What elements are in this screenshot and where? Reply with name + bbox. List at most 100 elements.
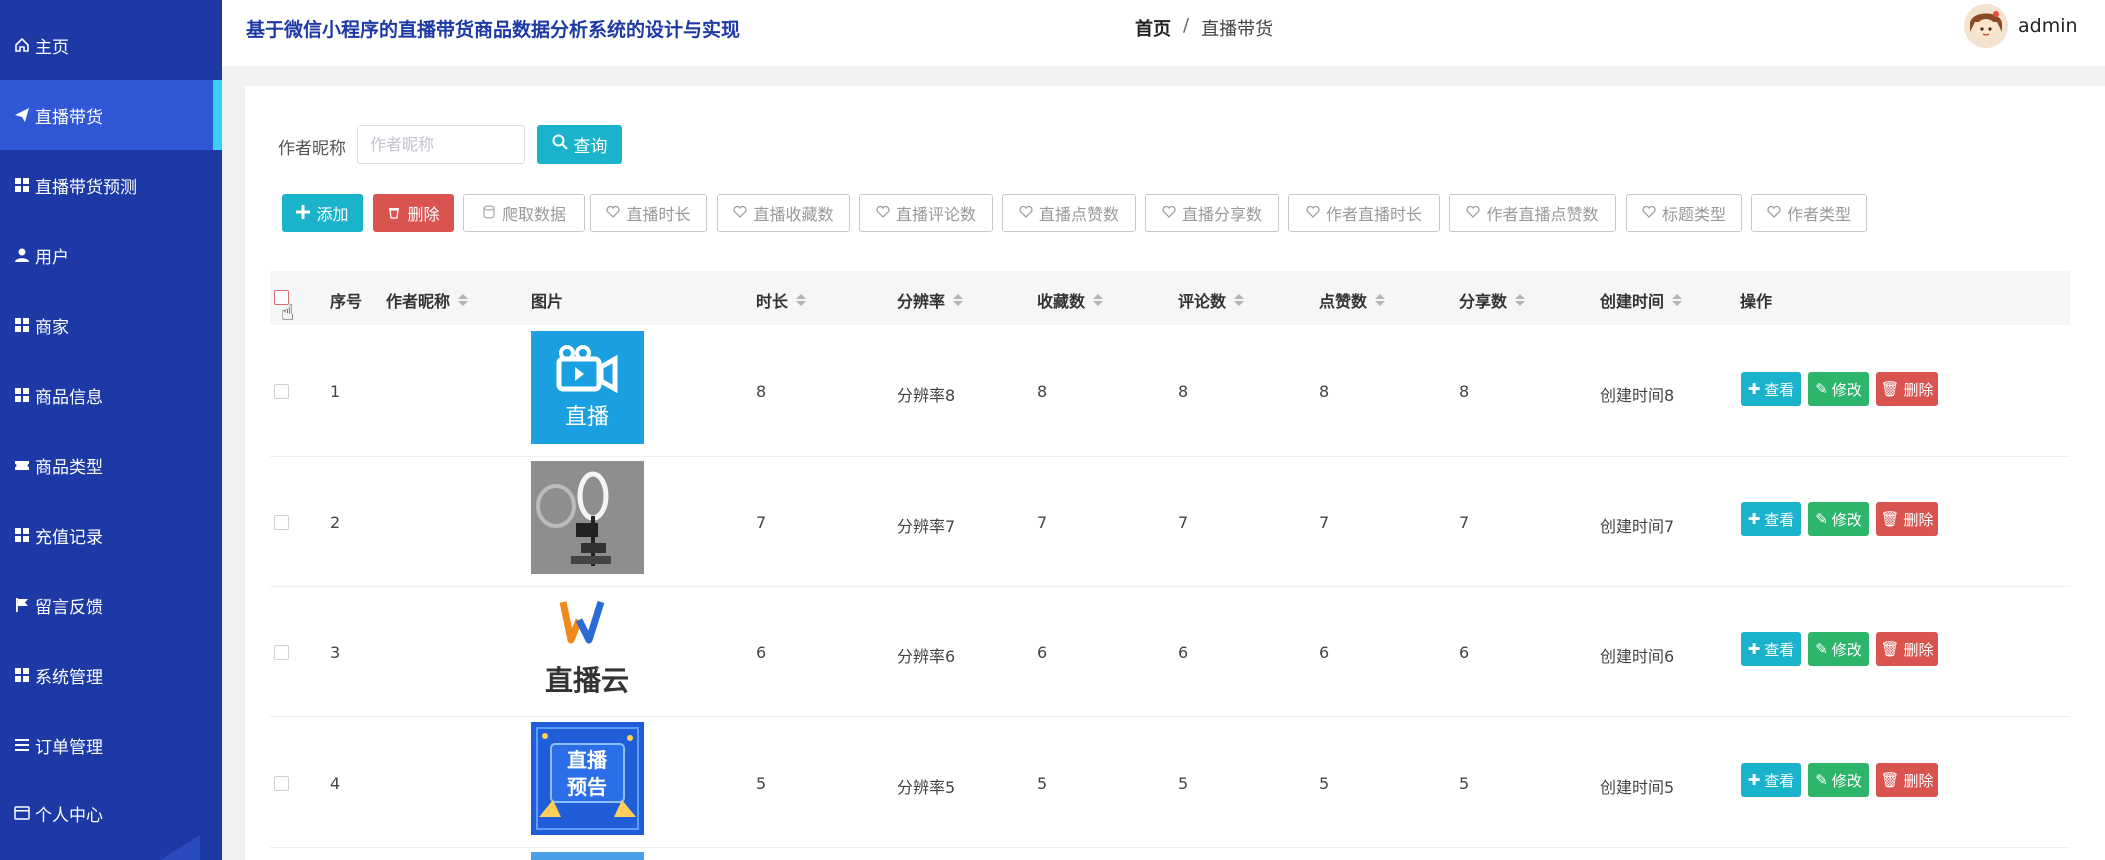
user-icon [13,246,31,264]
delete-button[interactable]: 🗑 删除 [1876,632,1938,666]
crawl-data-button[interactable]: 爬取数据 [463,194,585,232]
stat-button-live-likes[interactable]: 直播点赞数 [1002,194,1136,232]
stat-button-title-type[interactable]: 标题类型 [1626,194,1742,232]
sidebar-item-feedback[interactable]: 留言反馈 [0,570,222,640]
sidebar-item-product-info[interactable]: 商品信息 [0,360,222,430]
edit-button[interactable]: ✎ 修改 [1808,502,1869,536]
row-checkbox[interactable] [274,515,289,530]
delete-button[interactable]: 🗑 删除 [1876,502,1938,536]
stat-button-author-type[interactable]: 作者类型 [1751,194,1867,232]
sort-icon[interactable] [953,294,964,306]
stat-button-live-shares[interactable]: 直播分享数 [1145,194,1279,232]
cell-comments: 5 [1178,774,1189,793]
cell-index: 2 [330,513,341,532]
trash-icon: 🗑 [1880,510,1900,528]
database-icon [482,204,496,223]
sort-icon[interactable] [796,294,807,306]
sort-icon[interactable] [458,294,469,306]
column-header-likes[interactable]: 点赞数 [1319,288,1386,312]
column-header-shares[interactable]: 分享数 [1459,288,1526,312]
trash-icon: 🗑 [1880,640,1900,658]
list-icon [13,736,31,754]
breadcrumb-separator: / [1183,15,1190,36]
edit-button[interactable]: ✎ 修改 [1808,763,1869,797]
cell-resolution: 分辨率8 [897,386,956,405]
username[interactable]: admin [2018,15,2078,37]
cell-shares: 6 [1459,643,1470,662]
sidebar-item-merchants[interactable]: 商家 [0,290,222,360]
stat-button-live-duration[interactable]: 直播时长 [590,194,707,232]
stat-button-author-duration[interactable]: 作者直播时长 [1288,194,1440,232]
stat-button-label: 作者类型 [1786,205,1851,224]
cell-index: 4 [330,774,341,793]
live-text: 直播 [565,405,609,430]
sort-icon[interactable] [1093,294,1104,306]
column-header-resolution[interactable]: 分辨率 [897,288,964,312]
heart-icon [1642,204,1656,223]
view-button[interactable]: ✚ 查看 [1741,372,1801,406]
breadcrumb-home[interactable]: 首页 [1135,15,1171,41]
stat-button-label: 直播时长 [626,205,691,224]
stat-button-author-likes[interactable]: 作者直播点赞数 [1449,194,1616,232]
plus-icon: ✚ [1747,771,1761,789]
delete-button[interactable]: 🗑 删除 [1876,372,1938,406]
cell-shares: 7 [1459,513,1470,532]
card-icon [13,804,31,822]
stat-button-label: 作者直播点赞数 [1486,205,1599,224]
plus-icon: ✚ [1747,380,1761,398]
sidebar-item-orders[interactable]: 订单管理 [0,710,222,780]
cell-favorites: 6 [1037,643,1048,662]
delete-button[interactable]: 🗑 删除 [1876,763,1938,797]
edit-icon: ✎ [1815,380,1828,398]
sidebar-item-label: 商品类型 [35,457,103,478]
sidebar-item-recharge-records[interactable]: 充值记录 [0,500,222,570]
sort-icon[interactable] [1672,294,1683,306]
column-header-favorites[interactable]: 收藏数 [1037,288,1104,312]
column-header-author[interactable]: 作者昵称 [386,288,469,312]
stat-button-live-comments[interactable]: 直播评论数 [859,194,993,232]
search-button[interactable]: 查询 [537,125,622,164]
cell-favorites: 7 [1037,513,1048,532]
author-nickname-input[interactable] [357,125,525,164]
sidebar-item-home[interactable]: 主页 [0,10,222,80]
cell-created: 创建时间8 [1600,386,1675,405]
cell-index: 3 [330,643,341,662]
cell-created: 创建时间5 [1600,778,1675,797]
sort-icon[interactable] [1234,294,1245,306]
sort-icon[interactable] [1515,294,1526,306]
stat-button-live-favorites[interactable]: 直播收藏数 [717,194,850,232]
sidebar-item-label: 订单管理 [35,737,103,758]
sidebar-item-live-sales[interactable]: 直播带货 [0,80,222,150]
stat-button-label: 直播点赞数 [1038,205,1119,224]
sidebar-item-live-sales-forecast[interactable]: 直播带货预测 [0,150,222,220]
cell-resolution: 分辨率5 [897,778,956,797]
batch-delete-button[interactable]: 删除 [373,194,454,232]
cell-likes: 6 [1319,643,1330,662]
sidebar-item-product-type[interactable]: 商品类型 [0,430,222,500]
avatar[interactable] [1964,4,2008,48]
column-header-duration[interactable]: 时长 [756,288,807,312]
view-button[interactable]: ✚ 查看 [1741,502,1801,536]
search-icon [552,134,568,155]
view-button[interactable]: ✚ 查看 [1741,632,1801,666]
cell-favorites: 5 [1037,774,1048,793]
trash-icon [387,204,401,223]
row-checkbox[interactable] [274,645,289,660]
sidebar-item-system[interactable]: 系统管理 [0,640,222,710]
grid-icon [13,176,31,194]
breadcrumb-current: 直播带货 [1201,19,1274,40]
column-header-comments[interactable]: 评论数 [1178,288,1245,312]
heart-icon [606,204,621,223]
add-button-label: 添加 [316,205,349,224]
row-checkbox[interactable] [274,384,289,399]
column-header-created[interactable]: 创建时间 [1600,288,1683,312]
edit-button[interactable]: ✎ 修改 [1808,372,1869,406]
view-button[interactable]: ✚ 查看 [1741,763,1801,797]
row-checkbox[interactable] [274,776,289,791]
add-button[interactable]: 添加 [282,194,363,232]
edit-button[interactable]: ✎ 修改 [1808,632,1869,666]
heart-icon [876,204,890,223]
crawl-data-label: 爬取数据 [501,205,566,224]
sidebar-item-users[interactable]: 用户 [0,220,222,290]
sort-icon[interactable] [1375,294,1386,306]
